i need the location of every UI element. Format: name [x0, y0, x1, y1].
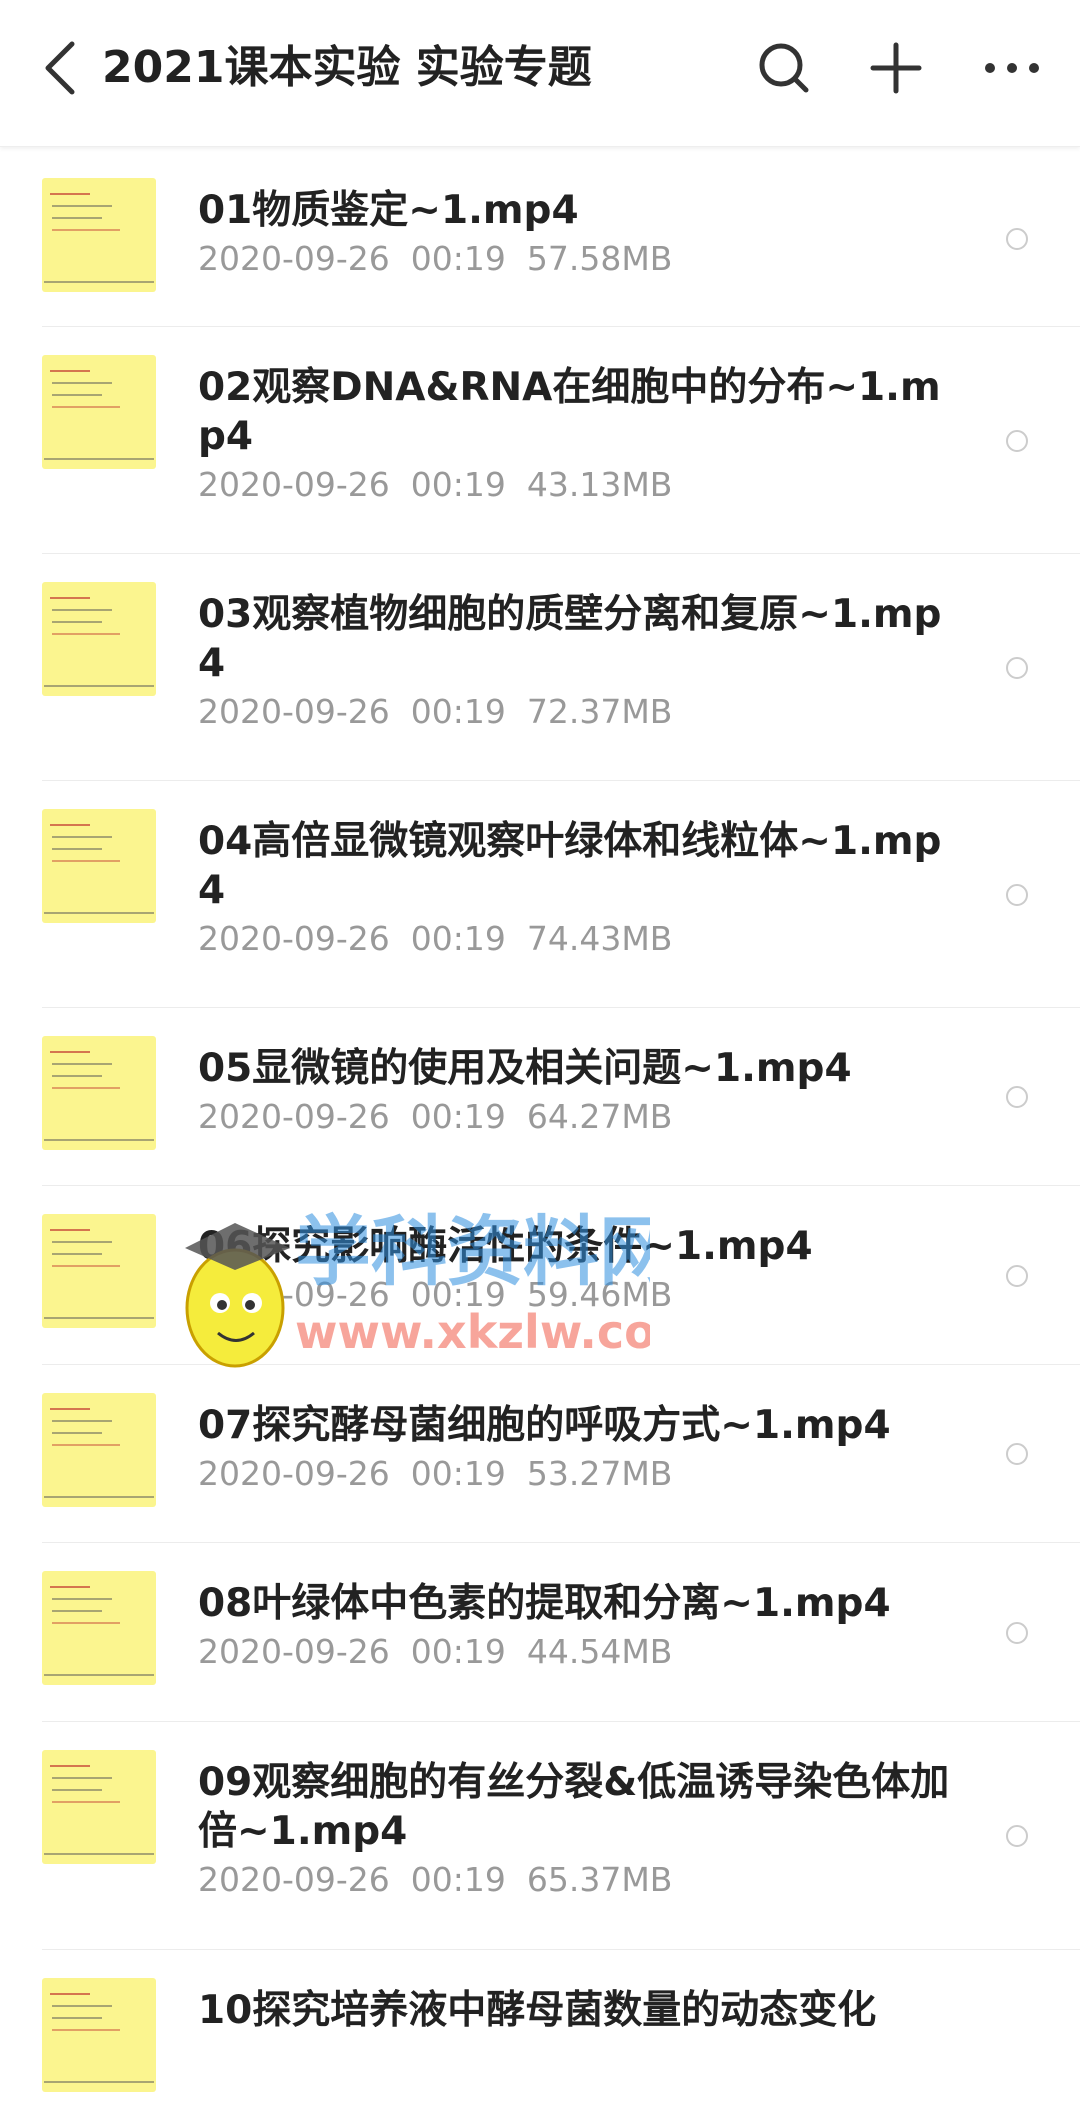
- file-size: 57.58MB: [526, 239, 673, 278]
- file-size: 65.37MB: [526, 1860, 673, 1899]
- file-list-item[interactable]: 04高倍显微镜观察叶绿体和线粒体~1.mp4 2020-09-26 00:19 7…: [0, 781, 1080, 1008]
- file-list-item[interactable]: 03观察植物细胞的质壁分离和复原~1.mp4 2020-09-26 00:19 7…: [0, 554, 1080, 781]
- select-radio[interactable]: [1006, 883, 1028, 906]
- search-icon: [759, 43, 809, 93]
- select-radio[interactable]: [1006, 1264, 1028, 1287]
- file-list-item[interactable]: 07探究酵母菌细胞的呼吸方式~1.mp4 2020-09-26 00:19 53.…: [0, 1365, 1080, 1543]
- select-radio[interactable]: [1006, 429, 1028, 452]
- file-time: 00:19: [410, 1275, 506, 1314]
- file-time: 00:19: [410, 692, 506, 731]
- file-meta: 2020-09-26 00:19 64.27MB: [198, 1095, 672, 1139]
- file-name: 07探究酵母菌细胞的呼吸方式~1.mp4: [198, 1403, 891, 1448]
- file-meta: 2020-09-26 00:19 72.37MB: [198, 690, 672, 734]
- file-meta: 2020-09-26 00:19 44.54MB: [198, 1630, 672, 1674]
- file-name: 09观察细胞的有丝分裂&低温诱导染色体加倍~1.mp4: [198, 1760, 950, 1854]
- video-thumbnail: [42, 1750, 156, 1864]
- select-radio[interactable]: [1006, 1621, 1028, 1644]
- file-list: 01物质鉴定~1.mp4 2020-09-26 00:19 57.58MB 02观察…: [0, 150, 1080, 2110]
- select-radio[interactable]: [1006, 656, 1028, 679]
- select-radio[interactable]: [1006, 227, 1028, 250]
- file-meta: 2020-09-26 00:19 59.46MB: [198, 1273, 672, 1317]
- file-list-item[interactable]: 06探究影响酶活性的条件~1.mp4 2020-09-26 00:19 59.46…: [0, 1186, 1080, 1365]
- video-thumbnail: [42, 1393, 156, 1507]
- select-radio[interactable]: [1006, 1825, 1028, 1847]
- file-time: 00:19: [410, 239, 506, 278]
- file-list-item[interactable]: 09观察细胞的有丝分裂&低温诱导染色体加倍~1.mp4 2020-09-26 00…: [0, 1722, 1080, 1950]
- file-name: 04高倍显微镜观察叶绿体和线粒体~1.mp4: [198, 819, 942, 913]
- file-time: 00:19: [410, 1097, 506, 1136]
- file-meta: 2020-09-26 00:19 53.27MB: [198, 1452, 672, 1496]
- file-date: 2020-09-26: [198, 239, 390, 278]
- more-button[interactable]: [974, 30, 1050, 106]
- file-size: 44.54MB: [526, 1632, 673, 1671]
- file-date: 2020-09-26: [198, 1454, 390, 1493]
- file-size: 72.37MB: [526, 692, 673, 731]
- file-size: 43.13MB: [526, 465, 673, 504]
- file-date: 2020-09-26: [198, 465, 390, 504]
- video-thumbnail: [42, 355, 156, 469]
- file-list-item[interactable]: 08叶绿体中色素的提取和分离~1.mp4 2020-09-26 00:19 44.…: [0, 1543, 1080, 1722]
- add-button[interactable]: [858, 30, 934, 106]
- file-date: 2020-09-26: [198, 1275, 390, 1314]
- top-bar: 2021课本实验 实验专题: [0, 0, 1080, 147]
- file-list-item[interactable]: 02观察DNA&RNA在细胞中的分布~1.mp4 2020-09-26 00:19…: [0, 327, 1080, 554]
- file-name: 10探究培养液中酵母菌数量的动态变化: [198, 1988, 877, 2033]
- video-thumbnail: [42, 1978, 156, 2092]
- file-date: 2020-09-26: [198, 1860, 390, 1899]
- video-thumbnail: [42, 1214, 156, 1328]
- file-time: 00:19: [410, 465, 506, 504]
- file-size: 59.46MB: [526, 1275, 673, 1314]
- file-list-item[interactable]: 01物质鉴定~1.mp4 2020-09-26 00:19 57.58MB: [0, 150, 1080, 327]
- file-meta: 2020-09-26 00:19 43.13MB: [198, 463, 672, 507]
- file-time: 00:19: [410, 1860, 506, 1899]
- file-size: 64.27MB: [526, 1097, 673, 1136]
- file-name: 03观察植物细胞的质壁分离和复原~1.mp4: [198, 592, 942, 686]
- file-time: 00:19: [410, 1454, 506, 1493]
- file-list-item[interactable]: 10探究培养液中酵母菌数量的动态变化: [0, 1950, 1080, 2110]
- file-name: 05显微镜的使用及相关问题~1.mp4: [198, 1046, 852, 1091]
- video-thumbnail: [42, 809, 156, 923]
- chevron-left-icon: [45, 41, 75, 95]
- file-list-item[interactable]: 05显微镜的使用及相关问题~1.mp4 2020-09-26 00:19 64.2…: [0, 1008, 1080, 1186]
- video-thumbnail: [42, 1571, 156, 1685]
- plus-icon: [870, 42, 922, 94]
- file-name: 02观察DNA&RNA在细胞中的分布~1.mp4: [198, 365, 941, 459]
- file-name: 06探究影响酶活性的条件~1.mp4: [198, 1224, 813, 1269]
- file-size: 53.27MB: [526, 1454, 673, 1493]
- file-name: 08叶绿体中色素的提取和分离~1.mp4: [198, 1581, 891, 1626]
- select-radio[interactable]: [1006, 1086, 1028, 1108]
- search-button[interactable]: [746, 30, 822, 106]
- file-meta: 2020-09-26 00:19 74.43MB: [198, 917, 672, 961]
- file-date: 2020-09-26: [198, 692, 390, 731]
- more-horizontal-icon: [985, 63, 1039, 73]
- page-title: 2021课本实验 实验专题: [102, 42, 592, 93]
- file-size: 74.43MB: [526, 919, 673, 958]
- file-date: 2020-09-26: [198, 1097, 390, 1136]
- video-thumbnail: [42, 178, 156, 292]
- file-time: 00:19: [410, 1632, 506, 1671]
- file-meta: 2020-09-26 00:19 65.37MB: [198, 1858, 672, 1902]
- file-date: 2020-09-26: [198, 919, 390, 958]
- file-date: 2020-09-26: [198, 1632, 390, 1671]
- back-button[interactable]: [30, 30, 90, 106]
- file-time: 00:19: [410, 919, 506, 958]
- video-thumbnail: [42, 1036, 156, 1150]
- file-name: 01物质鉴定~1.mp4: [198, 188, 579, 233]
- select-radio[interactable]: [1006, 1443, 1028, 1465]
- file-meta: 2020-09-26 00:19 57.58MB: [198, 237, 672, 281]
- video-thumbnail: [42, 582, 156, 696]
